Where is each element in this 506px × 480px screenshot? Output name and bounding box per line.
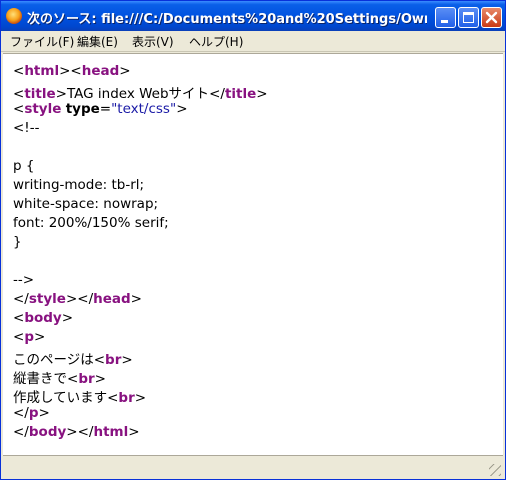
minimize-icon [441,20,448,23]
tag-name: style [24,101,62,117]
source-line: } [13,234,22,250]
tag-name: p [24,329,34,345]
menu-bar: ファイル(F) 編集(E) 表示(V) ヘルプ(H) [1,31,505,52]
tag-name: html [93,424,129,440]
firefox-icon[interactable] [6,8,22,24]
tag-name: br [118,390,135,406]
text-node: 作成しています [13,390,108,406]
status-bar [3,455,503,478]
attribute-name: type [65,101,100,117]
close-button[interactable] [481,7,502,28]
source-line: <body> [13,310,74,326]
source-line: このページは<br> [13,352,133,368]
window-title: 次のソース: file:///C:/Documents%20and%20Sett… [27,12,427,27]
source-view[interactable]: <html><head> <title>TAG index Webサイト</ti… [3,53,503,455]
source-line: <html><head> [13,63,131,79]
minimize-button[interactable] [435,7,456,28]
source-line: 縦書きで<br> [13,371,106,387]
tag-name: head [93,291,131,307]
source-line: white-space: nowrap; [13,196,159,212]
text-node: TAG index Webサイト [66,86,210,102]
source-line: <style type="text/css"> [13,101,188,117]
source-line: </p> [13,405,50,421]
text-node: このページは [13,352,94,368]
tag-name: title [224,86,257,102]
menu-help[interactable]: ヘルプ(H) [189,33,243,50]
source-line: --> [13,272,35,288]
menu-view[interactable]: 表示(V) [132,33,174,50]
text-node: 縦書きで [13,371,67,387]
tag-name: head [81,63,120,79]
tag-name: title [24,86,56,102]
source-line: <title>TAG index Webサイト</title> [13,86,268,102]
tag-name: style [28,291,66,307]
source-line: p { [13,158,35,174]
maximize-icon [463,12,474,23]
source-line: <p> [13,329,46,345]
view-source-window: 次のソース: file:///C:/Documents%20and%20Sett… [0,0,506,480]
menu-edit[interactable]: 編集(E) [77,33,118,50]
maximize-button[interactable] [458,7,479,28]
source-line: </style></head> [13,291,142,307]
tag-name: br [78,371,95,387]
title-bar[interactable]: 次のソース: file:///C:/Documents%20and%20Sett… [1,1,505,31]
menu-file[interactable]: ファイル(F) [10,33,74,50]
tag-name: br [105,352,122,368]
source-line: 作成しています<br> [13,390,147,406]
tag-name: body [24,310,62,326]
tag-name: p [28,405,39,421]
source-line: font: 200%/150% serif; [13,215,169,231]
source-line: </body></html> [13,424,140,440]
resize-grip-icon[interactable] [489,464,501,476]
close-icon [485,11,498,24]
tag-name: html [24,63,60,79]
source-line: writing-mode: tb-rl; [13,177,145,193]
attribute-value: "text/css" [111,101,177,117]
tag-name: body [28,424,67,440]
source-line: <!-- [13,120,40,136]
